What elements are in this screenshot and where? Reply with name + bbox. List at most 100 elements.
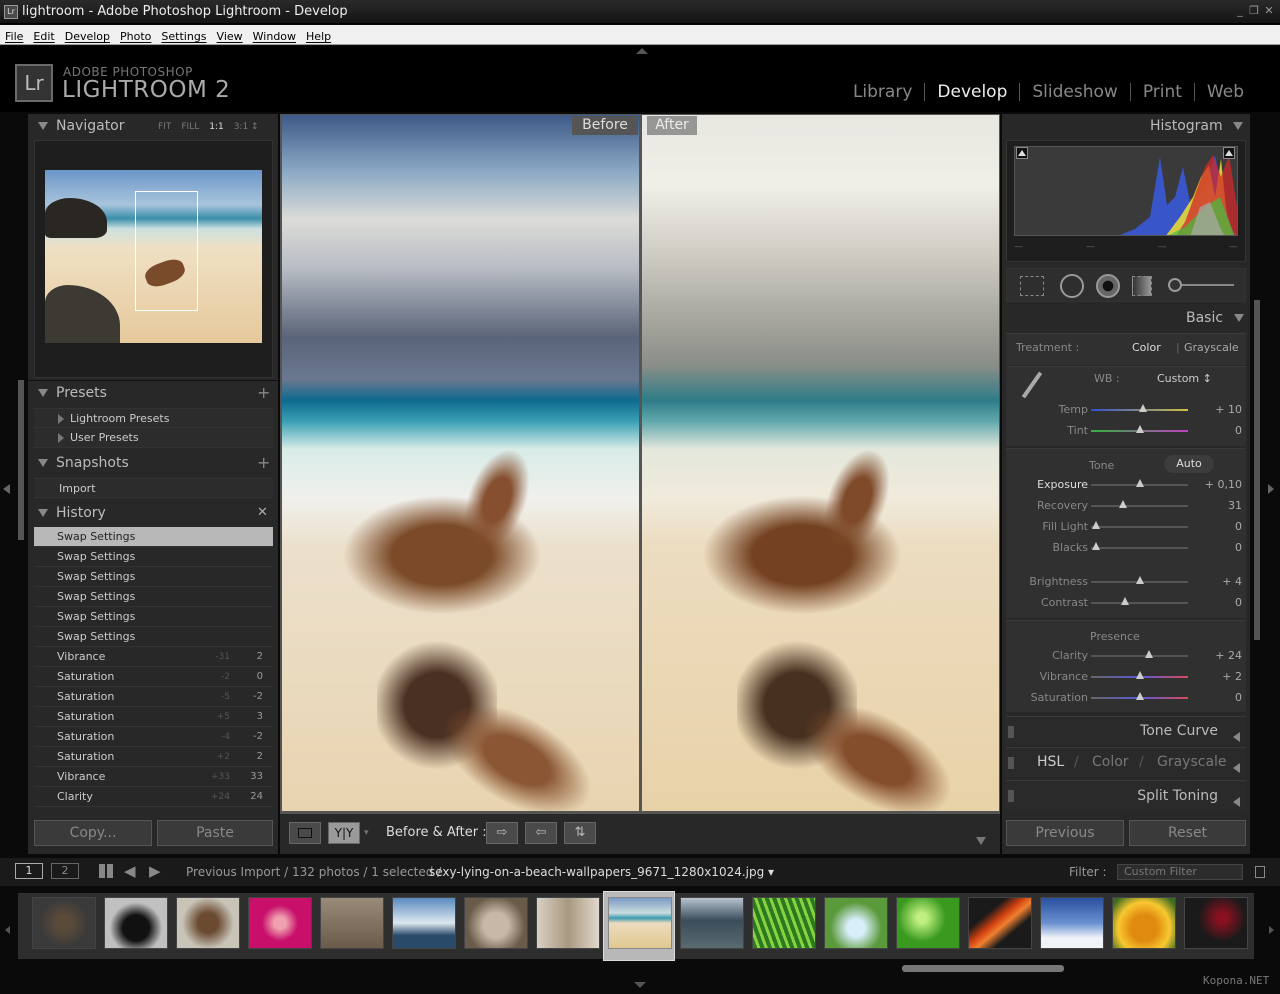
copy-after-to-before-icon[interactable]: ⇦: [525, 822, 557, 844]
filmstrip-left-icon[interactable]: [5, 926, 10, 934]
paste-settings-button[interactable]: Paste: [157, 820, 273, 846]
slider-track[interactable]: [1091, 425, 1188, 433]
filmstrip-thumbnail[interactable]: [1184, 897, 1248, 949]
filmstrip-thumbnail[interactable]: [824, 897, 888, 949]
color-tab[interactable]: Color: [1092, 754, 1129, 770]
slider-track[interactable]: [1091, 692, 1188, 700]
primary-window-button[interactable]: 1: [15, 863, 43, 879]
slider-fill-light[interactable]: Fill Light 0: [1006, 517, 1246, 538]
copy-before-to-after-icon[interactable]: ⇨: [486, 822, 518, 844]
slider-track[interactable]: [1091, 671, 1188, 679]
filmstrip-thumbnail[interactable]: [896, 897, 960, 949]
reset-button[interactable]: Reset: [1129, 820, 1246, 846]
module-develop[interactable]: Develop: [925, 83, 1021, 101]
slider-thumb[interactable]: [1091, 521, 1100, 529]
slider-value[interactable]: 0: [1235, 541, 1242, 554]
slider-value[interactable]: 0: [1235, 520, 1242, 533]
slider-thumb[interactable]: [1135, 576, 1144, 584]
menu-window[interactable]: Window: [248, 28, 301, 43]
filmstrip-thumbnail[interactable]: [32, 897, 96, 949]
navigator-header[interactable]: Navigator: [38, 118, 125, 134]
history-step[interactable]: Saturation -5 -2: [34, 687, 273, 707]
slider-thumb[interactable]: [1119, 500, 1127, 508]
menu-view[interactable]: View: [212, 28, 248, 43]
filmstrip-thumbnail[interactable]: [104, 897, 168, 949]
slider-value[interactable]: 0: [1235, 596, 1242, 609]
panel-switch-icon[interactable]: [1008, 790, 1014, 802]
slider-track[interactable]: [1091, 597, 1188, 605]
eyedropper-icon[interactable]: [1016, 370, 1046, 400]
filmstrip-thumbnail[interactable]: [680, 897, 744, 949]
slider-thumb[interactable]: [1139, 404, 1148, 412]
slider-track[interactable]: [1091, 500, 1188, 508]
auto-tone-button[interactable]: Auto: [1164, 455, 1214, 473]
snapshots-header[interactable]: Snapshots: [38, 455, 129, 471]
histogram-header[interactable]: Histogram: [1150, 118, 1244, 134]
history-step[interactable]: Saturation -2 0: [34, 667, 273, 687]
slider-track[interactable]: [1091, 479, 1188, 487]
treatment-color-option[interactable]: Color: [1132, 341, 1161, 354]
filmstrip-thumbnail[interactable]: [536, 897, 600, 949]
preset-folder-item[interactable]: User Presets: [34, 428, 273, 448]
preset-folder-item[interactable]: Lightroom Presets: [34, 408, 273, 428]
navigator-viewport-box[interactable]: [135, 191, 198, 311]
view-dropdown-icon[interactable]: ▾: [364, 828, 369, 838]
slider-temp[interactable]: Temp + 10: [1006, 400, 1246, 421]
presets-header[interactable]: Presets: [38, 385, 107, 401]
swap-settings-icon[interactable]: ⇅: [564, 822, 596, 844]
before-image[interactable]: [282, 115, 639, 811]
slider-track[interactable]: [1091, 521, 1188, 529]
menu-help[interactable]: Help: [301, 28, 336, 43]
slider-thumb[interactable]: [1091, 542, 1100, 550]
left-scrollbar[interactable]: [18, 380, 24, 540]
forward-arrow-icon[interactable]: ▶: [149, 862, 161, 880]
loupe-view-icon[interactable]: [289, 822, 321, 844]
module-web[interactable]: Web: [1195, 83, 1244, 101]
filmstrip-thumbnail[interactable]: [1040, 897, 1104, 949]
history-step[interactable]: Swap Settings: [34, 547, 273, 567]
before-after-view-button[interactable]: Y|Y: [328, 822, 360, 844]
histogram-graph[interactable]: [1014, 146, 1238, 236]
history-step[interactable]: Swap Settings: [34, 527, 273, 547]
slider-track[interactable]: [1091, 542, 1188, 550]
slider-value[interactable]: 0: [1235, 691, 1242, 704]
slider-tint[interactable]: Tint 0: [1006, 421, 1246, 442]
restore-icon[interactable]: ❐: [1246, 4, 1262, 18]
tone-curve-header[interactable]: Tone Curve: [1006, 716, 1246, 746]
slider-value[interactable]: + 4: [1222, 575, 1242, 588]
history-step[interactable]: Clarity +24 24: [34, 787, 273, 807]
hsl-header[interactable]: HSL / Color / Grayscale: [1006, 747, 1246, 777]
panel-switch-icon[interactable]: [1008, 726, 1014, 738]
copy-settings-button[interactable]: Copy...: [34, 820, 152, 846]
right-scrollbar[interactable]: [1254, 300, 1260, 640]
filmstrip-thumbnail-selected[interactable]: [608, 897, 672, 949]
slider-brightness[interactable]: Brightness + 4: [1006, 572, 1246, 593]
after-image[interactable]: [642, 115, 999, 811]
shadow-clipping-icon[interactable]: [1016, 147, 1028, 159]
filmstrip-source-path[interactable]: Previous Import / 132 photos / 1 selecte…: [186, 865, 441, 879]
slider-exposure[interactable]: Exposure + 0,10: [1006, 475, 1246, 496]
slider-thumb[interactable]: [1135, 425, 1144, 433]
grayscale-tab[interactable]: Grayscale: [1157, 754, 1227, 770]
snapshot-item[interactable]: Import: [34, 478, 273, 498]
slider-saturation[interactable]: Saturation 0: [1006, 688, 1246, 709]
slider-track[interactable]: [1091, 404, 1188, 412]
zoom-fill[interactable]: FILL: [181, 122, 199, 132]
adjustment-brush-icon[interactable]: [1168, 278, 1234, 292]
history-step[interactable]: Vibrance -31 2: [34, 647, 273, 667]
menu-develop[interactable]: Develop: [60, 28, 115, 43]
history-step[interactable]: Saturation +5 3: [34, 707, 273, 727]
spot-removal-icon[interactable]: [1060, 274, 1084, 298]
slider-track[interactable]: [1091, 650, 1188, 658]
filmstrip-thumbnail[interactable]: [752, 897, 816, 949]
hsl-tab[interactable]: HSL: [1037, 754, 1064, 770]
clear-history-icon[interactable]: ✕: [257, 505, 268, 520]
module-library[interactable]: Library: [841, 83, 926, 101]
slider-vibrance[interactable]: Vibrance + 2: [1006, 667, 1246, 688]
toolbar-menu-icon[interactable]: [976, 830, 986, 849]
history-header[interactable]: History: [38, 505, 106, 521]
crop-tool-icon[interactable]: [1020, 276, 1044, 296]
filter-select[interactable]: Custom Filter: [1117, 864, 1243, 880]
right-collapse-icon[interactable]: [1268, 478, 1280, 497]
filmstrip-thumbnail[interactable]: [1112, 897, 1176, 949]
